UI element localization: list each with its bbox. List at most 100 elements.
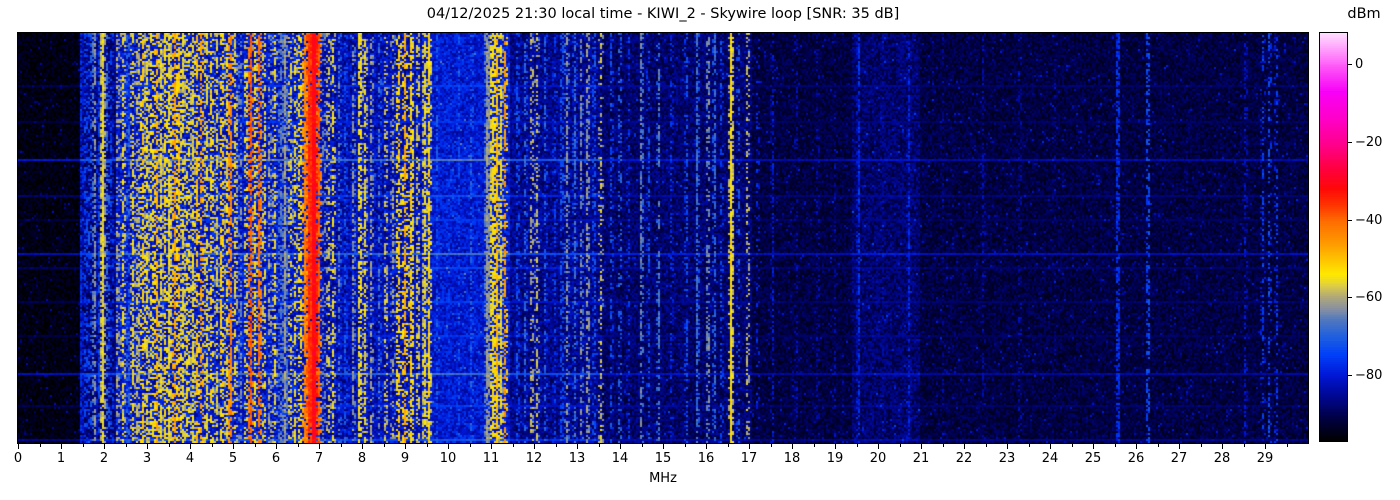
x-tick-mark [577, 444, 578, 449]
x-tick-mark [1007, 444, 1008, 449]
colorbar-gradient-canvas [1320, 33, 1347, 441]
x-tick-mark [18, 444, 19, 449]
x-tick-mark [276, 444, 277, 449]
x-tick-mark [706, 444, 707, 449]
x-tick-label: 27 [1162, 451, 1196, 466]
x-tick-label: 23 [990, 451, 1024, 466]
x-tick-label: 5 [216, 451, 250, 466]
x-minor-tick-mark [642, 444, 643, 447]
x-tick-mark [448, 444, 449, 449]
x-axis-label: MHz [18, 471, 1308, 486]
x-tick-mark [61, 444, 62, 449]
x-minor-tick-mark [556, 444, 557, 447]
x-tick-mark [964, 444, 965, 449]
x-tick-mark [921, 444, 922, 449]
x-tick-label: 7 [302, 451, 336, 466]
x-tick-label: 14 [603, 451, 637, 466]
x-tick-label: 21 [904, 451, 938, 466]
colorbar-tick-label: 0 [1355, 58, 1395, 71]
x-tick-mark [362, 444, 363, 449]
x-tick-label: 6 [259, 451, 293, 466]
colorbar-tick-mark [1348, 220, 1352, 221]
x-minor-tick-mark [384, 444, 385, 447]
x-minor-tick-mark [83, 444, 84, 447]
x-minor-tick-mark [212, 444, 213, 447]
x-tick-label: 17 [732, 451, 766, 466]
x-tick-mark [1136, 444, 1137, 449]
x-tick-label: 26 [1119, 451, 1153, 466]
colorbar-tick-mark [1348, 142, 1352, 143]
x-tick-mark [749, 444, 750, 449]
x-tick-mark [233, 444, 234, 449]
x-tick-mark [1050, 444, 1051, 449]
x-tick-mark [319, 444, 320, 449]
x-minor-tick-mark [1072, 444, 1073, 447]
colorbar-unit-label: dBm [1336, 6, 1392, 22]
x-tick-label: 19 [818, 451, 852, 466]
waterfall-spectrogram-canvas [18, 33, 1308, 443]
plot-title: 04/12/2025 21:30 local time - KIWI_2 - S… [18, 6, 1308, 22]
x-tick-label: 3 [130, 451, 164, 466]
waterfall-figure: 04/12/2025 21:30 local time - KIWI_2 - S… [0, 0, 1400, 500]
x-tick-label: 2 [87, 451, 121, 466]
x-minor-tick-mark [1201, 444, 1202, 447]
x-tick-label: 18 [775, 451, 809, 466]
x-tick-mark [1093, 444, 1094, 449]
x-minor-tick-mark [1287, 444, 1288, 447]
x-minor-tick-mark [298, 444, 299, 447]
x-tick-mark [1179, 444, 1180, 449]
x-tick-mark [491, 444, 492, 449]
x-minor-tick-mark [900, 444, 901, 447]
x-tick-label: 10 [431, 451, 465, 466]
x-tick-label: 4 [173, 451, 207, 466]
x-tick-mark [835, 444, 836, 449]
x-tick-label: 1 [44, 451, 78, 466]
x-tick-label: 25 [1076, 451, 1110, 466]
colorbar-tick-mark [1348, 375, 1352, 376]
x-minor-tick-mark [169, 444, 170, 447]
x-tick-mark [620, 444, 621, 449]
x-tick-mark [104, 444, 105, 449]
x-tick-label: 0 [1, 451, 35, 466]
x-tick-label: 8 [345, 451, 379, 466]
colorbar-tick-label: −20 [1355, 136, 1395, 149]
x-tick-mark [792, 444, 793, 449]
colorbar-tick-label: −60 [1355, 291, 1395, 304]
x-minor-tick-mark [255, 444, 256, 447]
x-tick-mark [1265, 444, 1266, 449]
x-minor-tick-mark [728, 444, 729, 447]
x-minor-tick-mark [427, 444, 428, 447]
x-minor-tick-mark [40, 444, 41, 447]
colorbar-tick-label: −40 [1355, 214, 1395, 227]
x-tick-label: 11 [474, 451, 508, 466]
colorbar-tick-mark [1348, 297, 1352, 298]
x-tick-label: 12 [517, 451, 551, 466]
x-tick-mark [534, 444, 535, 449]
x-tick-label: 29 [1248, 451, 1282, 466]
x-tick-label: 20 [861, 451, 895, 466]
x-minor-tick-mark [1244, 444, 1245, 447]
x-minor-tick-mark [599, 444, 600, 447]
x-minor-tick-mark [470, 444, 471, 447]
x-tick-label: 13 [560, 451, 594, 466]
x-minor-tick-mark [685, 444, 686, 447]
x-tick-label: 22 [947, 451, 981, 466]
x-minor-tick-mark [771, 444, 772, 447]
x-minor-tick-mark [1029, 444, 1030, 447]
x-tick-mark [878, 444, 879, 449]
x-tick-mark [663, 444, 664, 449]
x-tick-mark [147, 444, 148, 449]
x-minor-tick-mark [1115, 444, 1116, 447]
x-tick-mark [405, 444, 406, 449]
x-minor-tick-mark [126, 444, 127, 447]
x-minor-tick-mark [857, 444, 858, 447]
x-tick-mark [1222, 444, 1223, 449]
x-minor-tick-mark [986, 444, 987, 447]
x-minor-tick-mark [1158, 444, 1159, 447]
colorbar-tick-mark [1348, 64, 1352, 65]
colorbar-tick-label: −80 [1355, 369, 1395, 382]
x-minor-tick-mark [943, 444, 944, 447]
x-tick-label: 24 [1033, 451, 1067, 466]
x-tick-label: 9 [388, 451, 422, 466]
x-minor-tick-mark [814, 444, 815, 447]
